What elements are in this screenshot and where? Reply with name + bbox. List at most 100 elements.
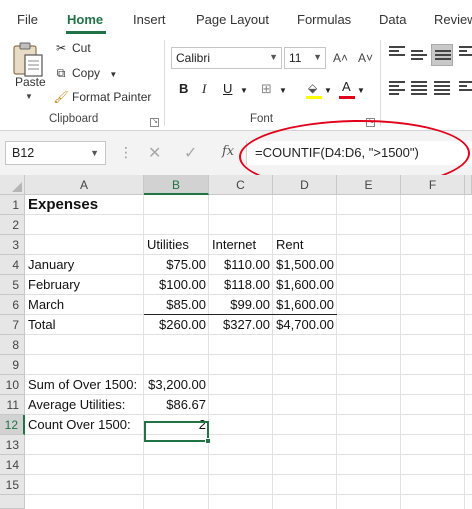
cell-d6[interactable]: $1,600.00	[273, 295, 337, 315]
column-header-a[interactable]: A	[25, 175, 144, 195]
row-header-10[interactable]: 10	[0, 375, 25, 395]
column-header-b[interactable]: B	[144, 175, 209, 195]
increase-font-size-button[interactable]: A˄	[333, 51, 348, 65]
bold-button[interactable]: B	[179, 81, 188, 96]
row-header-4[interactable]: 4	[0, 255, 25, 275]
row-header-15[interactable]: 15	[0, 475, 25, 495]
row-header-14[interactable]: 14	[0, 455, 25, 475]
paste-dropdown-icon[interactable]: ▼	[25, 92, 33, 101]
clipboard-dialog-launcher-icon[interactable]: ↘	[150, 118, 159, 127]
borders-dropdown-icon[interactable]: ▼	[279, 86, 287, 95]
cell-a10[interactable]: Sum of Over 1500:	[25, 375, 144, 395]
cell-a7[interactable]: Total	[25, 315, 144, 335]
font-color-dropdown-icon[interactable]: ▼	[357, 86, 365, 95]
cell-b3[interactable]: Utilities	[144, 235, 209, 255]
format-painter-button[interactable]: 🖌 Format Painter	[53, 90, 151, 104]
worksheet-grid[interactable]: A B C D E F 1 2 3 4 5 6 7 8 9 10 11 12 1…	[0, 175, 472, 509]
underline-dropdown-icon[interactable]: ▼	[240, 86, 248, 95]
tab-review[interactable]: Review	[434, 12, 472, 27]
tab-insert[interactable]: Insert	[133, 12, 166, 27]
row-header-1[interactable]: 1	[0, 195, 25, 215]
orientation-icon[interactable]	[459, 46, 472, 60]
cell-a11[interactable]: Average Utilities:	[25, 395, 144, 415]
enter-icon[interactable]: ✓	[184, 143, 197, 163]
cell-c4[interactable]: $110.00	[209, 255, 273, 275]
cell-a12[interactable]: Count Over 1500:	[25, 415, 144, 435]
fill-color-dropdown-icon[interactable]: ▼	[324, 86, 332, 95]
underline-button[interactable]: U	[223, 81, 232, 96]
copy-button[interactable]: ⧉ Copy ▼	[53, 66, 118, 81]
formula-input[interactable]: =COUNTIF(D4:D6, ">1500")	[246, 141, 472, 165]
cell-d5[interactable]: $1,600.00	[273, 275, 337, 295]
tab-data[interactable]: Data	[379, 12, 406, 27]
font-color-button[interactable]: A	[339, 79, 355, 99]
align-bottom-button[interactable]	[431, 44, 453, 66]
cell-b7[interactable]: $260.00	[144, 315, 209, 335]
cell-b5[interactable]: $100.00	[144, 275, 209, 295]
gridline	[464, 195, 465, 509]
align-right-icon[interactable]	[434, 81, 450, 95]
paste-icon[interactable]	[11, 42, 45, 78]
decrease-font-size-button[interactable]: A˅	[358, 51, 373, 65]
align-middle-icon[interactable]	[411, 50, 427, 64]
fill-color-button[interactable]: ⬙	[306, 81, 322, 99]
select-all-button[interactable]	[0, 175, 25, 195]
borders-icon[interactable]: ⊞	[261, 81, 272, 97]
cell-d4[interactable]: $1,500.00	[273, 255, 337, 275]
paste-button[interactable]: Paste	[15, 75, 46, 89]
cell-a1[interactable]: Expenses	[25, 195, 144, 215]
cell-a6[interactable]: March	[25, 295, 144, 315]
tab-formulas[interactable]: Formulas	[297, 12, 351, 27]
tab-page-layout[interactable]: Page Layout	[196, 12, 269, 27]
row-header-12[interactable]: 12	[0, 415, 25, 435]
row-header-8[interactable]: 8	[0, 335, 25, 355]
cancel-icon[interactable]: ✕	[148, 143, 161, 163]
cell-c3[interactable]: Internet	[209, 235, 273, 255]
formula-bar: B12 ▼ ⋮ ✕ ✓ fx =COUNTIF(D4:D6, ">1500")	[0, 131, 472, 175]
align-left-icon[interactable]	[389, 81, 405, 95]
row-header-2[interactable]: 2	[0, 215, 25, 235]
gridline	[25, 474, 472, 475]
cell-b11[interactable]: $86.67	[144, 395, 209, 415]
font-size-select[interactable]: 11 ▼	[284, 47, 326, 69]
cell-c6[interactable]: $99.00	[209, 295, 273, 315]
align-center-icon[interactable]	[411, 81, 427, 95]
decrease-indent-icon[interactable]	[459, 81, 472, 95]
column-header-g[interactable]	[465, 175, 472, 195]
insert-function-button[interactable]: fx	[222, 144, 234, 159]
paint-bucket-icon: ⬙	[308, 81, 318, 95]
cell-c7[interactable]: $327.00	[209, 315, 273, 335]
row-header-7[interactable]: 7	[0, 315, 25, 335]
copy-dropdown-icon[interactable]: ▼	[109, 70, 117, 79]
cell-a5[interactable]: February	[25, 275, 144, 295]
cell-a4[interactable]: January	[25, 255, 144, 275]
cell-d3[interactable]: Rent	[273, 235, 337, 255]
font-name-select[interactable]: Calibri ▼	[171, 47, 282, 69]
column-header-d[interactable]: D	[273, 175, 337, 195]
align-top-icon[interactable]	[389, 46, 405, 60]
row-header-3[interactable]: 3	[0, 235, 25, 255]
cell-b6[interactable]: $85.00	[144, 295, 209, 315]
cell-d7[interactable]: $4,700.00	[273, 315, 337, 335]
row-header-16[interactable]	[0, 495, 25, 509]
fill-handle[interactable]	[205, 438, 211, 444]
tab-file[interactable]: File	[17, 12, 38, 27]
column-header-c[interactable]: C	[209, 175, 273, 195]
row-header-6[interactable]: 6	[0, 295, 25, 315]
row-header-11[interactable]: 11	[0, 395, 25, 415]
column-header-f[interactable]: F	[401, 175, 465, 195]
font-dialog-launcher-icon[interactable]: ↘	[366, 118, 375, 127]
cut-button[interactable]: ✂ Cut	[53, 41, 91, 55]
name-box[interactable]: B12 ▼	[5, 141, 106, 165]
row-header-9[interactable]: 9	[0, 355, 25, 375]
cell-b10[interactable]: $3,200.00	[144, 375, 209, 395]
italic-button[interactable]: I	[202, 81, 206, 97]
tab-home[interactable]: Home	[67, 12, 103, 27]
more-options-icon[interactable]: ⋮	[119, 144, 133, 161]
gridline	[400, 195, 401, 509]
cell-b4[interactable]: $75.00	[144, 255, 209, 275]
row-header-13[interactable]: 13	[0, 435, 25, 455]
row-header-5[interactable]: 5	[0, 275, 25, 295]
column-header-e[interactable]: E	[337, 175, 401, 195]
cell-c5[interactable]: $118.00	[209, 275, 273, 295]
